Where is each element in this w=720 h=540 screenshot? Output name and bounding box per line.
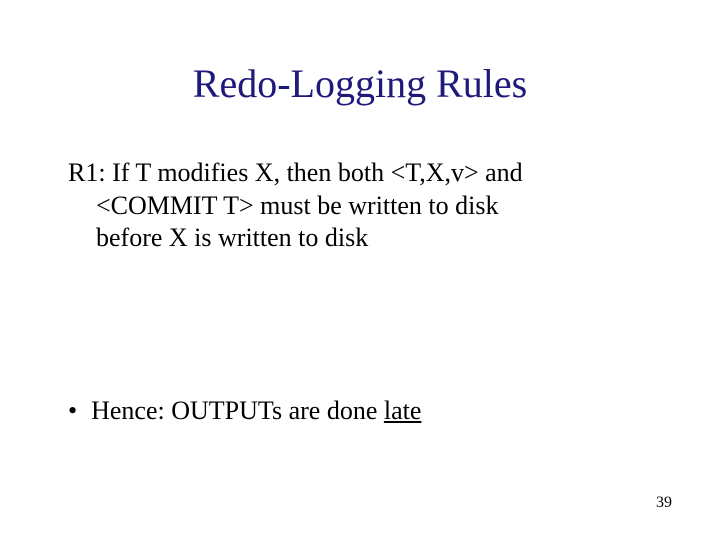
slide-title: Redo-Logging Rules [60, 60, 660, 107]
rule-line-2: <COMMIT T> must be written to disk [96, 191, 498, 220]
bullet-emph: late [384, 396, 422, 425]
rule-line-3: before X is written to disk [96, 223, 368, 252]
rule-line-1: R1: If T modifies X, then both <T,X,v> a… [68, 158, 523, 187]
bullet-prefix: Hence: OUTPUTs are done [91, 396, 384, 425]
body: R1: If T modifies X, then both <T,X,v> a… [60, 157, 660, 427]
slide: Redo-Logging Rules R1: If T modifies X, … [0, 0, 720, 540]
bullet-dot-icon: • [68, 395, 77, 428]
bullet-item: • Hence: OUTPUTs are done late [68, 395, 660, 428]
page-number: 39 [656, 494, 672, 512]
bullet-text: Hence: OUTPUTs are done late [91, 395, 421, 428]
rule-paragraph: R1: If T modifies X, then both <T,X,v> a… [68, 157, 660, 255]
